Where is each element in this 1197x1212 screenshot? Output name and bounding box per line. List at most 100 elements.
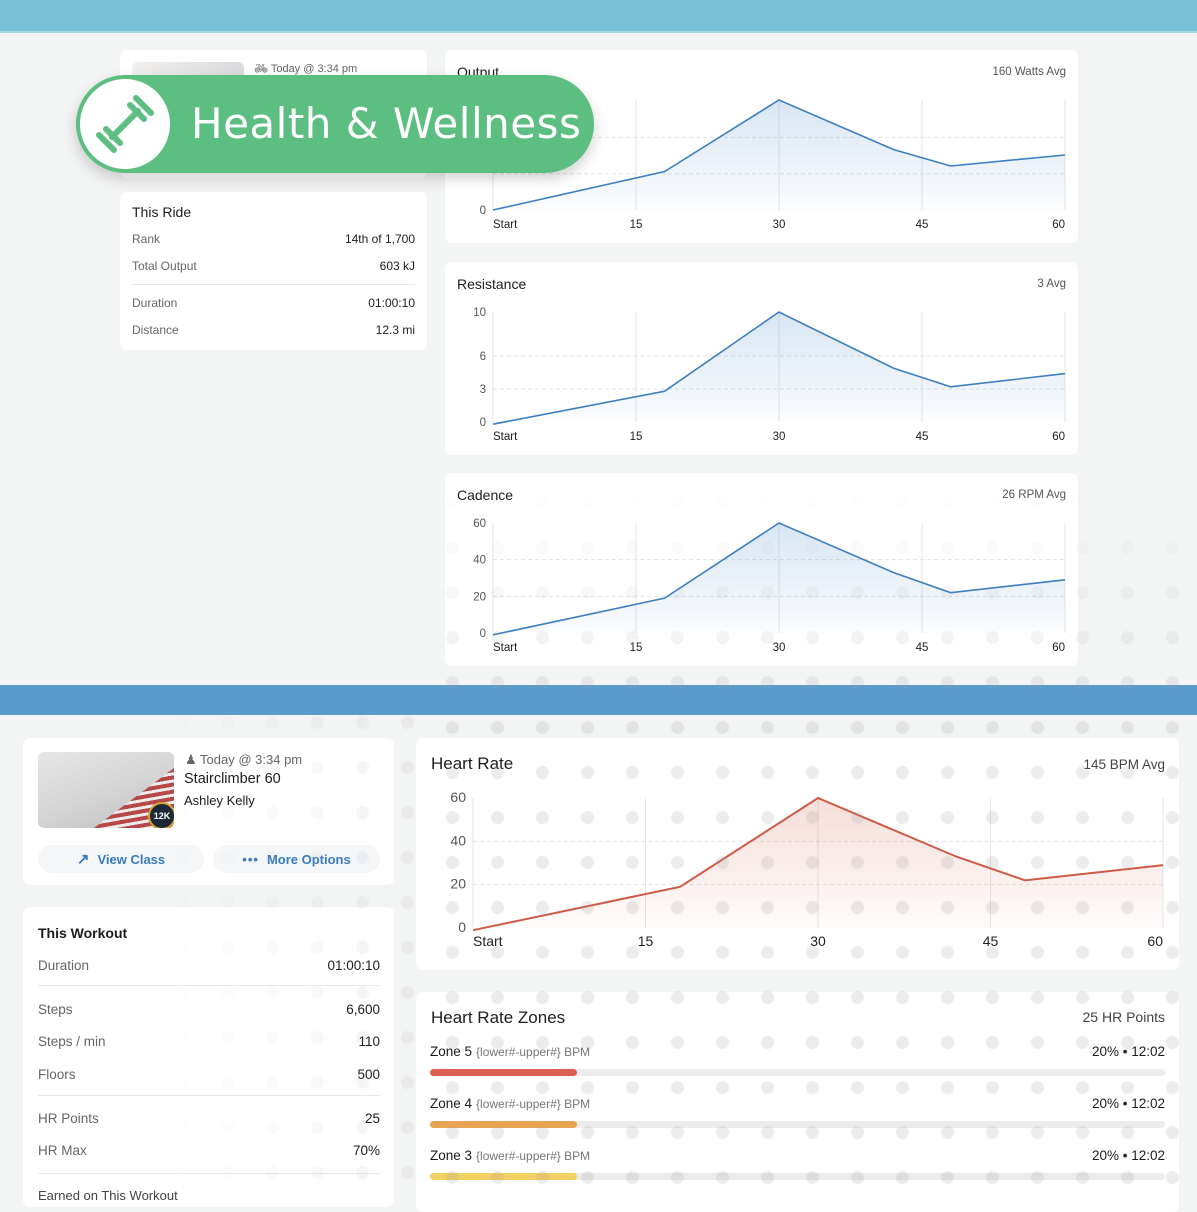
- stat-row: Duration01:00:10: [38, 958, 380, 973]
- section-divider-band: [0, 685, 1197, 715]
- stat-row: Duration01:00:10: [132, 296, 415, 310]
- stat-value: 6,600: [346, 1002, 380, 1017]
- x-tick-label: 45: [916, 642, 929, 654]
- y-tick-label: 0: [480, 417, 486, 429]
- stat-row: HR Points 25: [38, 1111, 380, 1126]
- zone-label: Zone 3{lower#-upper#} BPM: [430, 1148, 590, 1163]
- earned-title: Earned on This Workout: [38, 1188, 178, 1203]
- y-tick-label: 10: [473, 307, 486, 319]
- divider: [38, 1173, 380, 1174]
- x-tick-label: 60: [1052, 219, 1065, 231]
- stat-label: Floors: [38, 1067, 76, 1082]
- more-options-button[interactable]: ••• More Options: [213, 845, 380, 873]
- zone-name: Zone 4: [430, 1096, 472, 1111]
- heart-rate-chart-card: Heart Rate 145 BPM Avg 0204060Start15304…: [416, 738, 1179, 970]
- zone-progress-fill: [430, 1121, 577, 1128]
- ellipsis-icon: •••: [242, 852, 259, 867]
- stat-value: 70%: [353, 1143, 380, 1158]
- zone-progress-track: [430, 1069, 1165, 1076]
- ride-stats-title: This Ride: [132, 204, 191, 220]
- zone-value: 20% • 12:02: [1092, 1044, 1165, 1059]
- stat-value: 25: [365, 1111, 380, 1126]
- x-tick-label: Start: [493, 219, 518, 231]
- series-area: [473, 798, 1163, 930]
- stat-row: Distance12.3 mi: [132, 323, 415, 337]
- dumbbell-icon: [80, 79, 170, 169]
- x-tick-label: 15: [638, 933, 654, 949]
- badge-label: Health & Wellness: [191, 99, 581, 148]
- chart-average: 145 BPM Avg: [1083, 757, 1165, 772]
- workout-stats-card: This Workout Duration01:00:10 Steps 6,600 S…: [23, 907, 394, 1207]
- y-tick-label: 0: [480, 205, 486, 217]
- zones-title: Heart Rate Zones: [431, 1008, 565, 1028]
- zone-value: 20% • 12:02: [1092, 1148, 1165, 1163]
- y-tick-label: 60: [450, 789, 466, 805]
- stat-value: 500: [357, 1067, 380, 1082]
- zone-progress-fill: [430, 1069, 577, 1076]
- y-tick-label: 40: [450, 832, 466, 848]
- zones-points: 25 HR Points: [1083, 1009, 1165, 1025]
- milestone-badge: 12K: [148, 802, 174, 828]
- instructor-name: Ashley Kelly: [184, 793, 255, 808]
- top-band: [0, 0, 1197, 33]
- resistance-chart: 03610Start15304560: [445, 262, 1078, 455]
- zone-label: Zone 4 {lower#-upper#} BPM: [430, 1096, 590, 1111]
- divider: [38, 985, 380, 986]
- stat-label: Steps / min: [38, 1034, 106, 1049]
- category-badge: Health & Wellness: [76, 75, 594, 173]
- y-tick-label: 3: [480, 384, 486, 396]
- zone-progress-fill: [430, 1173, 577, 1180]
- chart-title: Cadence: [457, 487, 513, 503]
- ride-stats-card: This Ride Rank 14th of 1,700 Total Output 6…: [120, 192, 427, 350]
- divider: [132, 284, 415, 285]
- stat-label: Total Output: [132, 259, 197, 273]
- x-tick-label: 45: [983, 933, 999, 949]
- stat-label: Steps: [38, 1002, 73, 1017]
- chart-title: Heart Rate: [431, 754, 513, 774]
- zone-value: 20% • 12:02: [1092, 1096, 1165, 1111]
- y-tick-label: 0: [480, 628, 486, 640]
- x-tick-label: 30: [810, 933, 826, 949]
- workout-timestamp: Today @ 3:34 pm: [200, 752, 302, 767]
- heart-rate-chart: 0204060Start15304560: [416, 738, 1179, 970]
- stat-value: 14th of 1,700: [345, 232, 415, 246]
- stat-row: Steps / min 110: [38, 1034, 380, 1049]
- x-tick-label: 30: [773, 642, 786, 654]
- stat-row: Floors 500: [38, 1067, 380, 1082]
- class-name: Stairclimber 60: [184, 771, 281, 787]
- y-tick-label: 0: [458, 919, 466, 935]
- class-thumbnail[interactable]: 12K: [38, 752, 174, 828]
- view-class-button[interactable]: ↗ View Class: [38, 845, 204, 873]
- y-tick-label: 6: [480, 351, 486, 363]
- stat-label: HR Points: [38, 1111, 99, 1126]
- x-tick-label: 45: [916, 431, 929, 443]
- chart-title: Resistance: [457, 276, 526, 292]
- stat-label: Distance: [132, 323, 179, 337]
- stat-row: Total Output 603 kJ: [132, 259, 415, 273]
- stat-value: 01:00:10: [368, 296, 415, 310]
- x-tick-label: Start: [493, 642, 518, 654]
- zone-range: {lower#-upper#} BPM: [476, 1149, 590, 1163]
- series-area: [493, 523, 1065, 635]
- y-tick-label: 40: [473, 555, 486, 567]
- heart-rate-zones-card: Heart Rate Zones 25 HR Points Zone 5{low…: [416, 992, 1179, 1212]
- stat-label: Rank: [132, 232, 160, 246]
- x-tick-label: 30: [773, 219, 786, 231]
- cadence-chart-card: Cadence 26 RPM Avg 0204060Start15304560: [445, 473, 1078, 666]
- stat-row: HR Max70%: [38, 1143, 380, 1158]
- x-tick-label: 30: [773, 431, 786, 443]
- x-tick-label: Start: [473, 933, 503, 949]
- y-tick-label: 60: [473, 518, 486, 530]
- zone-progress-track: [430, 1173, 1165, 1180]
- divider: [38, 1095, 380, 1096]
- stat-row: Rank 14th of 1,700: [132, 232, 415, 246]
- x-tick-label: 45: [916, 219, 929, 231]
- cadence-chart: 0204060Start15304560: [445, 473, 1078, 666]
- stat-value: 603 kJ: [380, 259, 415, 273]
- stat-value: 110: [358, 1034, 380, 1049]
- x-tick-label: 15: [630, 431, 643, 443]
- ride-timestamp: Today @ 3:34 pm: [271, 63, 357, 75]
- stat-value: 01:00:10: [327, 958, 380, 973]
- zone-range: {lower#-upper#} BPM: [476, 1097, 590, 1111]
- workout-stats-title: This Workout: [38, 925, 127, 941]
